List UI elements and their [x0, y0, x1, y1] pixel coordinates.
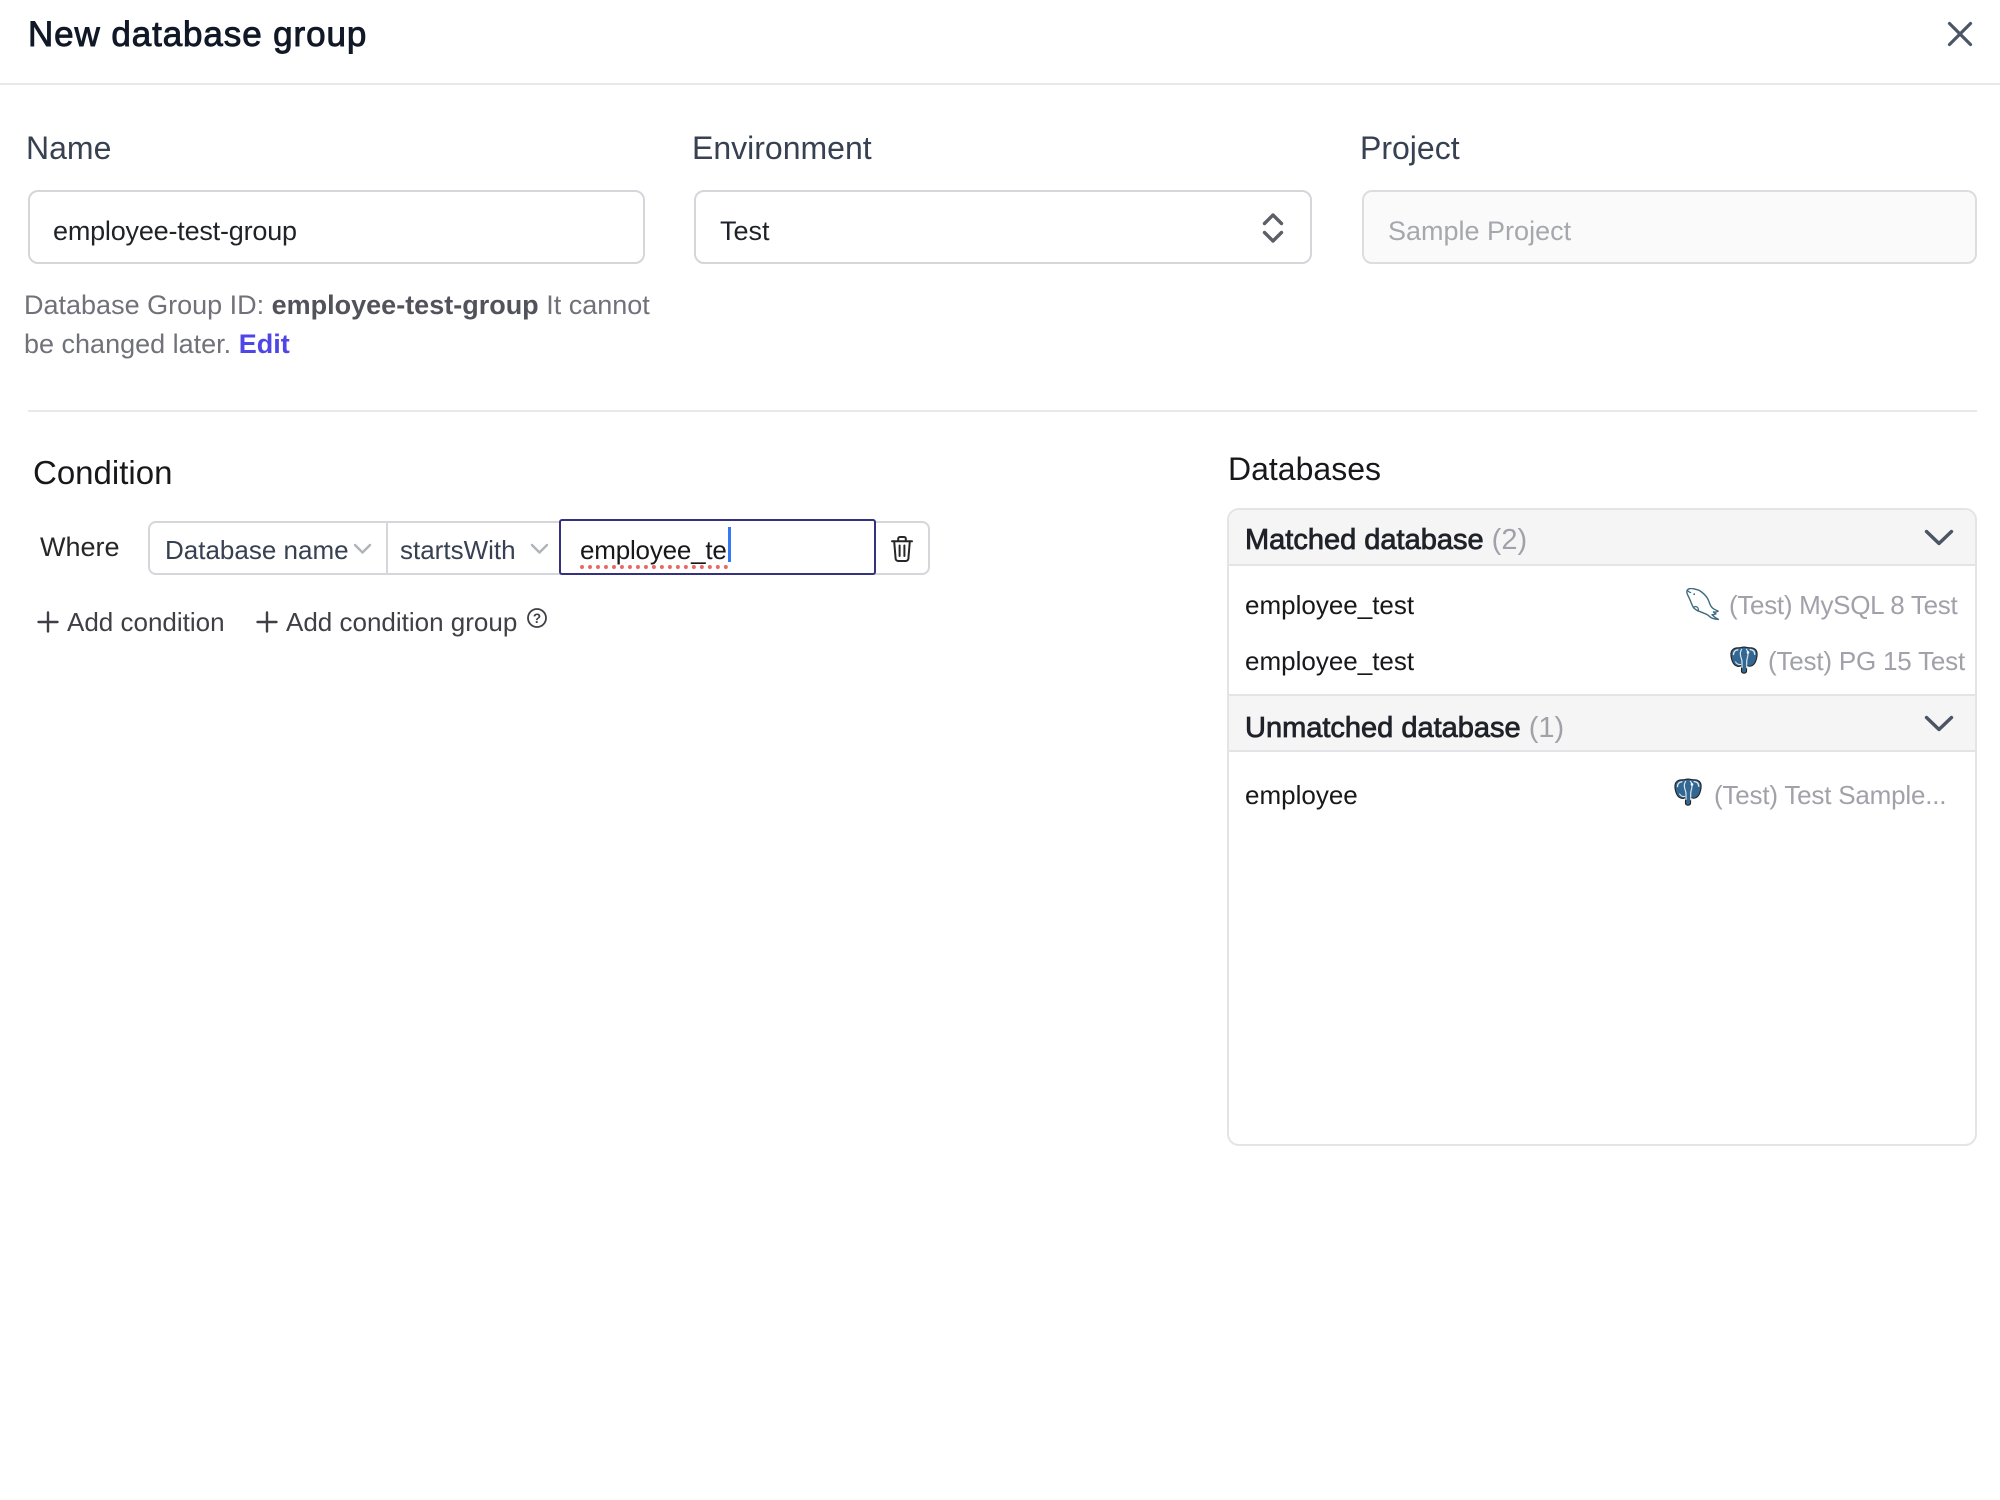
- svg-text:?: ?: [533, 611, 541, 626]
